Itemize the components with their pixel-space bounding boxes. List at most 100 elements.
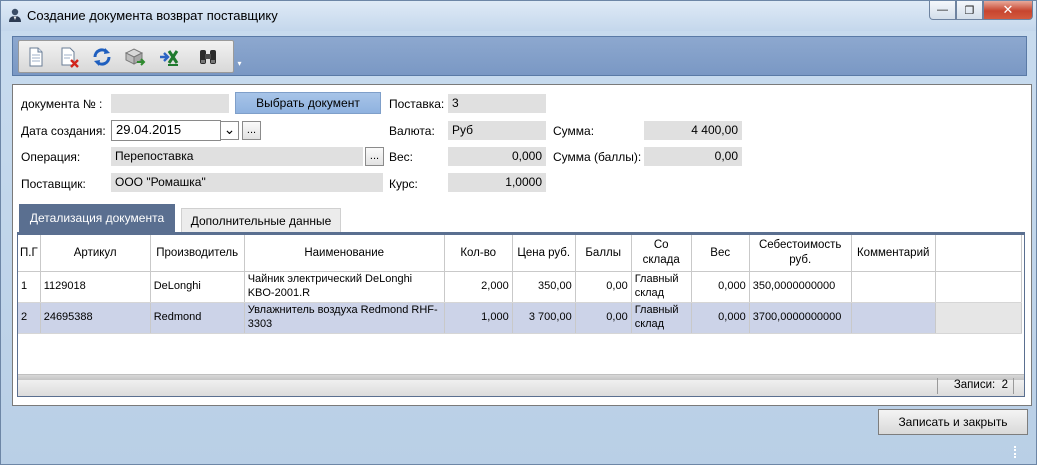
refresh-icon <box>93 48 111 66</box>
table-cell[interactable]: 0,000 <box>691 271 750 303</box>
excel-export-icon <box>160 50 179 66</box>
toolbar-overflow-icon[interactable]: ▾ <box>235 59 244 72</box>
column-header <box>935 235 1022 272</box>
records-label: Записи: <box>953 379 996 391</box>
sum-label: Сумма: <box>553 124 595 138</box>
column-header[interactable]: Артикул <box>40 235 151 272</box>
table-cell[interactable]: Увлажнитель воздуха Redmond RHF-3303 <box>244 302 445 334</box>
doc-number-label: документа № : <box>21 97 103 111</box>
doc-number-field[interactable] <box>111 94 229 113</box>
date-picker-button[interactable]: ... <box>242 121 261 140</box>
toolbar-group <box>18 40 234 73</box>
table-cell[interactable]: 2,000 <box>444 271 513 303</box>
table-cell[interactable]: Чайник электрический DeLonghi KBO-2001.R <box>244 271 445 303</box>
column-header[interactable]: Вес <box>691 235 750 272</box>
delivery-label: Поставка: <box>389 97 445 111</box>
window-title: Создание документа возврат поставщику <box>27 8 278 23</box>
table-cell[interactable]: Главный склад <box>631 271 692 303</box>
column-header[interactable]: Кол-во <box>444 235 513 272</box>
delivery-field[interactable]: 3 <box>448 94 546 113</box>
operation-field[interactable]: Перепоставка <box>111 147 363 166</box>
sum-field[interactable]: 4 400,00 <box>644 121 742 140</box>
table-cell[interactable]: 24695388 <box>40 302 151 334</box>
dialog-window: Создание документа возврат поставщику — … <box>0 0 1037 465</box>
creation-date-label: Дата создания: <box>21 124 106 138</box>
rate-field[interactable]: 1,0000 <box>448 173 546 192</box>
supplier-field[interactable]: ООО "Ромашка" <box>111 173 383 192</box>
supplier-label: Поставщик: <box>21 177 86 191</box>
excel-export-button[interactable] <box>156 45 182 69</box>
minimize-button[interactable]: — <box>929 1 956 20</box>
close-button[interactable]: ✕ <box>983 1 1033 20</box>
table-cell[interactable]: Главный склад <box>631 302 692 334</box>
tab-additional-data[interactable]: Дополнительные данные <box>181 208 341 232</box>
items-table: П.Г Артикул Производитель Наименование К… <box>18 235 1022 334</box>
column-header[interactable]: Баллы <box>575 235 632 272</box>
user-icon <box>7 7 23 23</box>
records-value: 2 <box>1001 379 1008 391</box>
records-count: Записи: 2 <box>954 379 1008 391</box>
horizontal-scrollbar[interactable] <box>18 375 1024 380</box>
table-cell[interactable]: 0,00 <box>575 271 632 303</box>
search-button[interactable] <box>195 45 221 69</box>
footer-divider <box>937 378 938 394</box>
table-cell[interactable]: 350,0000000000 <box>749 271 852 303</box>
sum-points-label: Сумма (баллы): <box>553 150 642 164</box>
table-cell[interactable]: 1129018 <box>40 271 151 303</box>
footer-divider <box>1013 378 1014 394</box>
maximize-icon: ❐ <box>964 4 975 17</box>
currency-label: Валюта: <box>389 124 435 138</box>
table-cell[interactable]: 0,00 <box>575 302 632 334</box>
resize-grip-icon[interactable] <box>1014 446 1024 458</box>
operation-picker-button[interactable]: ... <box>365 147 384 166</box>
column-header[interactable]: Наименование <box>244 235 445 272</box>
rate-label: Курс: <box>389 177 418 191</box>
table-cell[interactable]: 2 <box>18 302 41 334</box>
column-header[interactable]: Себестоимость руб. <box>749 235 852 272</box>
chevron-down-icon: ⌄ <box>223 120 236 137</box>
delete-document-icon <box>61 47 79 68</box>
binoculars-icon <box>200 50 216 64</box>
document-panel: документа № : Выбрать документ Поставка:… <box>12 84 1032 406</box>
new-document-button[interactable] <box>23 45 49 69</box>
table-cell[interactable] <box>851 302 936 334</box>
currency-field[interactable]: Руб <box>448 121 546 140</box>
delete-document-button[interactable] <box>56 45 82 69</box>
table-cell[interactable]: Redmond <box>150 302 245 334</box>
column-header[interactable]: П.Г <box>18 235 41 272</box>
title-bar[interactable]: Создание документа возврат поставщику — … <box>1 1 1036 31</box>
maximize-button[interactable]: ❐ <box>956 1 983 20</box>
weight-field[interactable]: 0,000 <box>448 147 546 166</box>
weight-label: Вес: <box>389 150 414 164</box>
table-cell[interactable]: 1,000 <box>444 302 513 334</box>
save-and-close-button[interactable]: Записать и закрыть <box>878 409 1028 435</box>
table-cell[interactable]: 3 700,00 <box>512 302 576 334</box>
minimize-icon: — <box>937 4 948 16</box>
refresh-button[interactable] <box>89 45 115 69</box>
table-cell[interactable]: DeLonghi <box>150 271 245 303</box>
creation-date-field[interactable]: 29.04.2015 <box>111 120 221 141</box>
close-icon: ✕ <box>1002 2 1014 17</box>
tab-document-details[interactable]: Детализация документа <box>19 204 175 232</box>
new-document-icon <box>29 47 43 67</box>
table-row-selected[interactable]: 2 24695388 Redmond Увлажнитель воздуха R… <box>18 302 1022 334</box>
sum-points-field[interactable]: 0,00 <box>644 147 742 166</box>
table-cell[interactable]: 3700,0000000000 <box>749 302 852 334</box>
column-header[interactable]: Производитель <box>150 235 245 272</box>
column-header[interactable]: Цена руб. <box>512 235 576 272</box>
column-header[interactable]: Со склада <box>631 235 692 272</box>
select-document-button[interactable]: Выбрать документ <box>235 92 381 114</box>
table-row[interactable]: 1 1129018 DeLonghi Чайник электрический … <box>18 271 1022 303</box>
table-cell[interactable] <box>851 271 936 303</box>
export-button[interactable] <box>122 45 148 69</box>
table-cell <box>935 271 1022 303</box>
table-cell[interactable]: 350,00 <box>512 271 576 303</box>
export-icon <box>124 48 146 66</box>
table-cell[interactable]: 0,000 <box>691 302 750 334</box>
items-grid: П.Г Артикул Производитель Наименование К… <box>17 232 1025 397</box>
date-dropdown-button[interactable]: ⌄ <box>220 121 239 140</box>
toolbar: ▾ <box>12 36 1027 76</box>
grid-footer: Записи: 2 <box>18 374 1024 396</box>
column-header[interactable]: Комментарий <box>851 235 936 272</box>
table-cell[interactable]: 1 <box>18 271 41 303</box>
